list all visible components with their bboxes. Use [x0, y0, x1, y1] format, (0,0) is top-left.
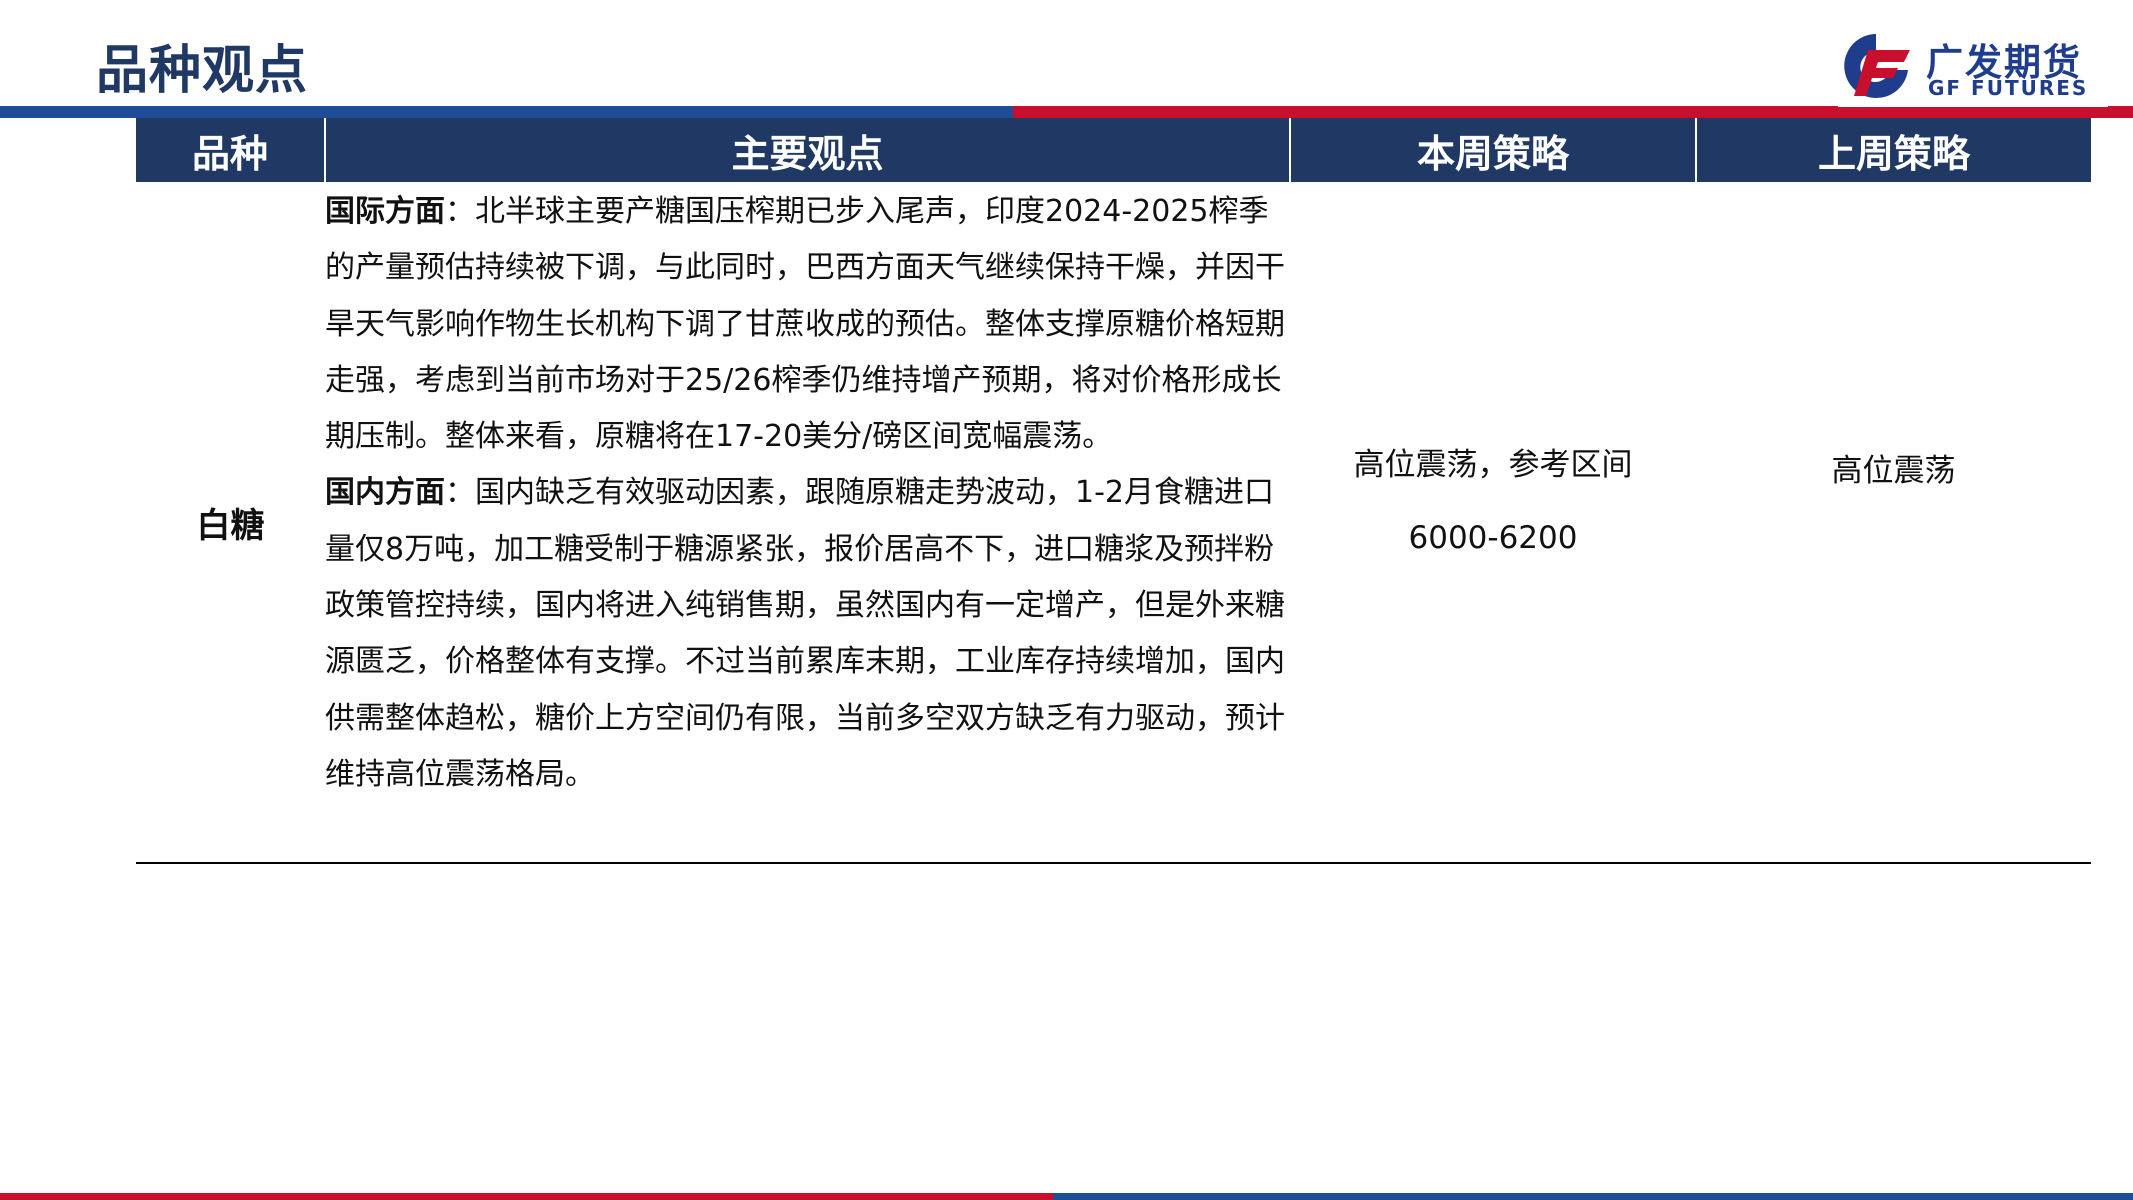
- header-this-week-strategy: 本周策略: [1290, 118, 1697, 182]
- main-views-cell: 国际方面：北半球主要产糖国压榨期已步入尾声，印度2024-2025榨季的产量预估…: [325, 182, 1290, 864]
- header-band-red: [1013, 106, 2133, 118]
- header-variety: 品种: [136, 118, 326, 182]
- domestic-text: ：国内缺乏有效驱动因素，跟随原糖走势波动，1-2月食糖进口量仅8万吨，加工糖受制…: [325, 475, 1285, 792]
- domestic-label: 国内方面: [325, 475, 445, 511]
- last-week-strategy-cell: 高位震荡: [1696, 182, 2091, 864]
- international-view: 国际方面：北半球主要产糖国压榨期已步入尾声，印度2024-2025榨季的产量预估…: [325, 184, 1290, 465]
- international-text: ：北半球主要产糖国压榨期已步入尾声，印度2024-2025榨季的产量预估持续被下…: [325, 194, 1285, 455]
- footer-band-blue: [1053, 1193, 2133, 1200]
- gf-logo-icon: [1844, 34, 1910, 98]
- variety-cell: 白糖: [136, 182, 325, 864]
- logo-english-text: GF FUTURES: [1928, 76, 2089, 100]
- company-logo: 广发期货 GF FUTURES: [1838, 26, 2098, 106]
- footer-band-red: [0, 1193, 1053, 1200]
- page-title: 品种观点: [96, 41, 309, 101]
- domestic-view: 国内方面：国内缺乏有效驱动因素，跟随原糖走势波动，1-2月食糖进口量仅8万吨，加…: [325, 465, 1290, 803]
- table-row: 白糖 国际方面：北半球主要产糖国压榨期已步入尾声，印度2024-2025榨季的产…: [136, 182, 2091, 864]
- header-last-week-strategy: 上周策略: [1696, 118, 2091, 182]
- international-label: 国际方面: [325, 194, 445, 229]
- logo-underline: [1838, 103, 2108, 107]
- table-header-row: 品种 主要观点 本周策略 上周策略: [136, 118, 2091, 182]
- views-table: 品种 主要观点 本周策略 上周策略 白糖 国际方面：北半球主要产糖国压榨期已步入…: [136, 118, 2091, 864]
- this-week-strategy-cell: 高位震荡，参考区间6000-6200: [1290, 182, 1696, 864]
- header-main-views: 主要观点: [325, 118, 1291, 182]
- header-band-blue: [0, 106, 1013, 118]
